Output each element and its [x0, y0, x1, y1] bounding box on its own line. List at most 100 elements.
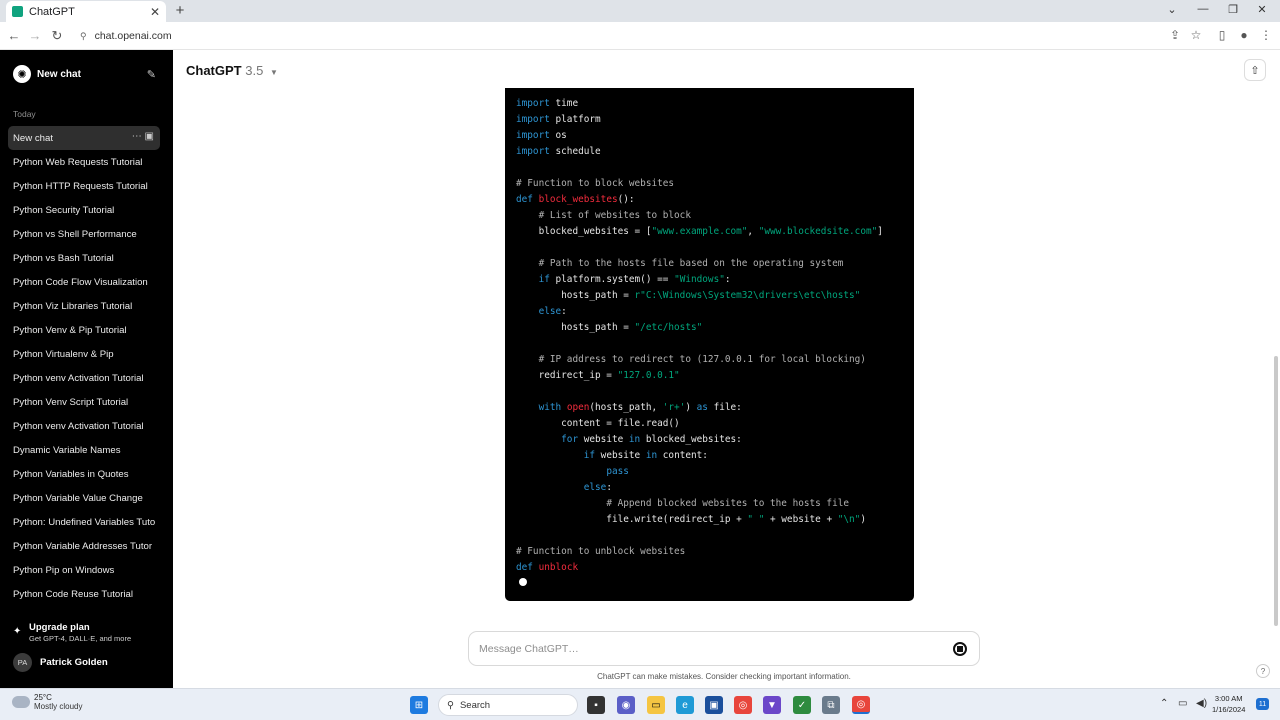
chat-history-item[interactable]: Python Variable Addresses Tutor [8, 534, 160, 558]
code-token: # Append blocked websites to the hosts f… [606, 498, 850, 509]
back-icon[interactable]: ← [6, 28, 22, 43]
help-icon[interactable]: ? [1256, 664, 1270, 678]
chat-history-item[interactable]: Python HTTP Requests Tutorial [8, 174, 160, 198]
code-line: import time [516, 96, 578, 112]
chat-history-item[interactable]: Python Variables in Quotes [8, 462, 160, 486]
upload-icon: ⇧ [1250, 64, 1260, 77]
user-name: Patrick Golden [40, 657, 108, 668]
store-icon[interactable]: ▣ [705, 696, 723, 714]
code-token: platform [549, 114, 601, 125]
network-icon[interactable]: ▭ [1178, 698, 1187, 709]
search-label: Search [459, 699, 491, 711]
scrollbar[interactable] [1274, 356, 1278, 626]
share-page-icon[interactable]: ⇪ [1167, 28, 1183, 42]
code-token: import [516, 130, 550, 141]
start-button-icon[interactable]: ⊞ [410, 696, 428, 714]
side-panel-icon[interactable]: ▯ [1214, 28, 1230, 42]
chat-history-item[interactable]: Python: Undefined Variables Tuto [8, 510, 160, 534]
more-options-icon[interactable]: ⋯ ▣ [132, 131, 154, 142]
vpn-app-icon[interactable]: ▼ [763, 696, 781, 714]
task-view-icon[interactable]: ▪ [587, 696, 605, 714]
system-clock[interactable]: 3:00 AM 1/16/2024 [1212, 693, 1245, 715]
chat-history-item[interactable]: Python Viz Libraries Tutorial [8, 294, 160, 318]
code-token: # List of websites to block [538, 210, 691, 221]
menu-icon[interactable]: ⋮ [1258, 28, 1274, 42]
new-chat-button[interactable]: ✺ New chat ✎ [8, 62, 160, 86]
bookmark-star-icon[interactable]: ☆ [1188, 28, 1204, 42]
code-line: # Path to the hosts file based on the op… [516, 256, 844, 272]
chevron-up-icon[interactable]: ⌃ [1160, 698, 1168, 709]
code-token: "/etc/hosts" [634, 322, 703, 333]
code-token: : [724, 274, 731, 285]
new-chat-label: New chat [37, 68, 81, 80]
chat-history-item[interactable]: Python Virtualenv & Pip [8, 342, 160, 366]
new-tab-icon[interactable]: + [172, 2, 188, 19]
model-name: ChatGPT [186, 63, 242, 78]
code-token: " " [747, 514, 765, 525]
stop-generating-button[interactable] [953, 642, 967, 656]
chat-history-item[interactable]: Python Code Reuse Tutorial [8, 582, 160, 606]
chat-history-item[interactable]: Python Venv Script Tutorial [8, 390, 160, 414]
notification-badge[interactable]: 11 [1256, 698, 1269, 710]
code-token: import [516, 146, 550, 157]
code-token: : [561, 306, 567, 317]
code-token: hosts_path = [516, 322, 635, 333]
chat-history-item[interactable]: Python Variable Value Change [8, 486, 160, 510]
code-token: if [583, 450, 596, 461]
forward-icon[interactable]: → [27, 28, 43, 43]
chat-history-title: Python Web Requests Tutorial [13, 156, 143, 168]
chat-history-item[interactable]: Python vs Bash Tutorial [8, 246, 160, 270]
code-token: content: [657, 450, 708, 461]
chat-history-item[interactable]: Dynamic Variable Names [8, 438, 160, 462]
chat-history-item[interactable]: Python Pip on Windows [8, 558, 160, 582]
file-explorer-icon[interactable]: ▭ [647, 696, 665, 714]
chrome-active-icon[interactable]: ◎ [852, 696, 870, 714]
chat-history-item[interactable]: Python Code Flow Visualization [8, 270, 160, 294]
site-info-icon[interactable]: ⚲ [80, 31, 87, 42]
close-tab-icon[interactable]: ✕ [150, 5, 160, 19]
chat-history-item[interactable]: Python venv Activation Tutorial [8, 414, 160, 438]
model-selector[interactable]: ChatGPT 3.5 ▼ [186, 63, 278, 78]
code-token: import [516, 98, 550, 109]
browser-tab-bar: ChatGPT ✕ + ⌄ — ❐ ✕ [0, 0, 1280, 22]
reload-icon[interactable]: ↻ [49, 28, 65, 44]
chat-history-item[interactable]: Python venv Activation Tutorial [8, 366, 160, 390]
code-token: file: [707, 402, 742, 413]
message-input[interactable] [479, 640, 929, 658]
share-chat-button[interactable]: ⇧ [1244, 59, 1266, 81]
compose-icon[interactable]: ✎ [147, 68, 156, 81]
chat-history-item[interactable]: Python Web Requests Tutorial [8, 150, 160, 174]
chat-history-title: Python venv Activation Tutorial [13, 420, 144, 432]
edge-browser-icon[interactable]: e [676, 696, 694, 714]
main-chat-area: ChatGPT 3.5 ▼ ⇧ import time import platfo… [173, 50, 1280, 688]
weather-widget[interactable]: 25°C Mostly cloudy [12, 693, 82, 711]
chrome-icon[interactable]: ◎ [734, 696, 752, 714]
network-app-icon[interactable]: ⧉ [822, 696, 840, 714]
tab-search-icon[interactable]: ⌄ [1162, 3, 1182, 16]
taskbar-search[interactable]: ⚲ Search [438, 694, 578, 716]
code-token: # IP address to redirect to (127.0.0.1 f… [538, 354, 866, 365]
spreadsheet-app-icon[interactable]: ✓ [793, 696, 811, 714]
code-line: pass [516, 464, 629, 480]
restore-icon[interactable]: ❐ [1223, 3, 1243, 16]
address-bar[interactable]: ⚲ chat.openai.com [74, 25, 1114, 47]
volume-icon[interactable]: ◀) [1196, 698, 1207, 709]
code-token: (): [617, 194, 635, 205]
browser-tab[interactable]: ChatGPT ✕ [6, 1, 166, 22]
close-window-icon[interactable]: ✕ [1252, 3, 1272, 16]
code-token: "127.0.0.1" [617, 370, 680, 381]
chat-history-item[interactable]: Python Venv & Pip Tutorial [8, 318, 160, 342]
streaming-cursor-icon [519, 578, 527, 586]
teams-chat-icon[interactable]: ◉ [617, 696, 635, 714]
message-composer [468, 631, 980, 666]
code-token: schedule [549, 146, 601, 157]
upgrade-plan-button[interactable]: ✦ Upgrade plan Get GPT-4, DALL·E, and mo… [13, 622, 163, 648]
chat-history-item[interactable]: Python Security Tutorial [8, 198, 160, 222]
profile-icon[interactable]: ● [1236, 28, 1252, 42]
chat-history-item[interactable]: New chat ⋯ ▣ [8, 126, 160, 150]
chat-history-item[interactable]: Python vs Shell Performance [8, 222, 160, 246]
code-line: import platform [516, 112, 601, 128]
minimize-icon[interactable]: — [1193, 3, 1213, 15]
user-menu-button[interactable]: PA Patrick Golden [13, 653, 108, 672]
